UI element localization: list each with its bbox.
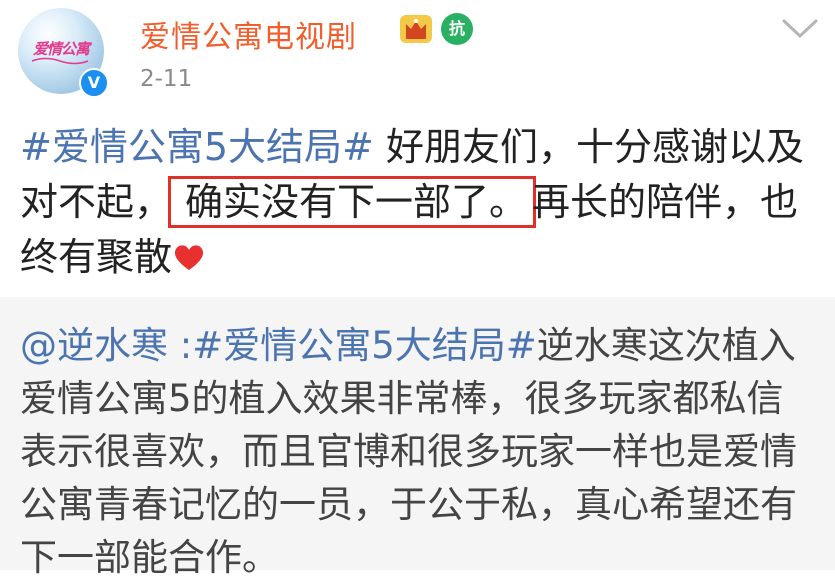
post-text: #爱情公寓5大结局# 好朋友们，十分感谢以及对不起， 确实没有下一部了。 再长的陪伴… — [20, 120, 820, 285]
heart-icon — [174, 245, 204, 270]
avatar-decoration-icon — [31, 57, 89, 65]
verified-icon: V — [79, 68, 109, 98]
chevron-down-icon[interactable] — [780, 16, 820, 42]
repost-block[interactable]: @逆水寒 :#爱情公寓5大结局#逆水寒这次植入爱情公寓5的植入效果非常棒，很多玩… — [0, 297, 835, 579]
fight-badge-icon[interactable]: 抗 — [441, 13, 473, 45]
post-hashtag-link[interactable]: #爱情公寓5大结局# — [20, 125, 374, 169]
post-header: 爱情公寓 V 爱情公寓电视剧 抗 2-11 — [0, 0, 835, 110]
repost-separator: : — [168, 324, 193, 367]
post-date[interactable]: 2-11 — [140, 66, 192, 92]
crown-icon[interactable] — [399, 12, 433, 46]
repost-mention-link[interactable]: @逆水寒 — [20, 324, 168, 367]
repost-hashtag-link[interactable]: #爱情公寓5大结局# — [192, 324, 537, 367]
highlight-box: 确实没有下一部了。 — [168, 176, 537, 228]
username[interactable]: 爱情公寓电视剧 — [140, 12, 357, 56]
repost-text: @逆水寒 :#爱情公寓5大结局#逆水寒这次植入爱情公寓5的植入效果非常棒，很多玩… — [20, 319, 820, 584]
